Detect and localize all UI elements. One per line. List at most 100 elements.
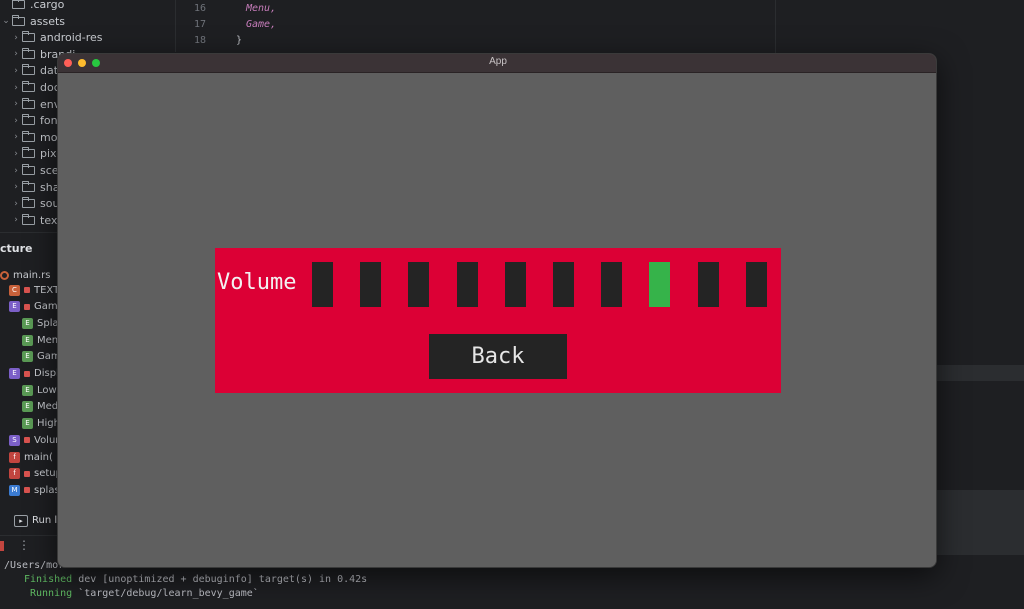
chevron-icon[interactable]: ›	[10, 99, 22, 109]
structure-kind-icon: E	[22, 384, 33, 396]
volume-step-button[interactable]	[504, 262, 526, 307]
app-titlebar[interactable]: App	[58, 54, 936, 73]
back-button[interactable]: Back	[429, 334, 567, 379]
volume-label: Volume	[217, 270, 297, 295]
more-options-icon[interactable]: ⋮	[18, 538, 30, 552]
tree-item-label: assets	[30, 14, 66, 28]
structure-kind-icon: E	[22, 401, 33, 413]
app-title: App	[489, 56, 507, 67]
volume-step-button[interactable]	[649, 262, 671, 307]
lock-icon	[24, 287, 30, 293]
editor-highlight-strip	[937, 365, 1024, 381]
code-line[interactable]: 17 Game,	[176, 19, 276, 35]
volume-step-button[interactable]	[456, 262, 478, 307]
volume-step-button[interactable]	[312, 262, 333, 307]
structure-kind-icon: E	[22, 317, 33, 329]
chevron-icon[interactable]: ⌄	[0, 16, 12, 26]
rust-file-icon	[0, 270, 9, 280]
lock-icon	[24, 370, 30, 377]
chevron-icon[interactable]: ›	[10, 149, 22, 159]
lock-icon	[24, 487, 30, 494]
folder-icon	[22, 213, 35, 225]
structure-item[interactable]: E Game	[9, 299, 64, 315]
lock-icon	[24, 303, 30, 310]
code-editor[interactable]: 16 Menu, 17 Game, 18}	[175, 0, 775, 52]
run-icon: ▸	[14, 514, 28, 527]
chevron-icon[interactable]: ›	[10, 215, 22, 225]
editor-side-strip	[937, 490, 1024, 560]
code-text: }	[236, 35, 243, 46]
volume-step-button[interactable]	[697, 262, 719, 307]
structure-kind-icon: E	[22, 418, 33, 430]
volume-step-button[interactable]	[360, 262, 382, 307]
line-number: 16	[193, 3, 206, 14]
console-running-status: Running	[30, 588, 73, 599]
chevron-icon[interactable]: ›	[10, 166, 22, 176]
folder-icon	[22, 64, 35, 76]
structure-item[interactable]: E Medi	[22, 399, 61, 415]
chevron-icon[interactable]: ›	[10, 83, 22, 93]
structure-kind-icon: S	[9, 434, 20, 446]
chevron-icon[interactable]: ›	[10, 116, 22, 126]
folder-icon	[22, 180, 35, 192]
app-content: Volume Back	[58, 73, 936, 567]
folder-icon	[22, 97, 35, 109]
console-finished-text: dev [unoptimized + debuginfo] target(s) …	[72, 574, 368, 585]
chevron-icon[interactable]: ›	[10, 66, 22, 76]
folder-icon	[22, 130, 35, 142]
folder-icon	[22, 197, 35, 209]
chevron-icon[interactable]: ›	[10, 33, 22, 43]
structure-title: cture	[0, 242, 33, 255]
console-running-line: Running `target/debug/learn_bevy_game`	[30, 588, 259, 602]
stop-icon[interactable]	[0, 541, 4, 551]
chevron-icon[interactable]: ›	[10, 132, 22, 142]
tree-item[interactable]: .cargo	[0, 0, 175, 13]
volume-step-button[interactable]	[745, 262, 767, 307]
volume-step-button[interactable]	[408, 262, 430, 307]
structure-kind-icon: E	[9, 301, 20, 313]
console-finished-line: Finished dev [unoptimized + debuginfo] t…	[24, 574, 367, 588]
code-line[interactable]: 16 Menu,	[176, 3, 276, 19]
structure-item[interactable]: E Low	[22, 382, 57, 398]
structure-kind-icon: E	[9, 368, 20, 379]
chevron-icon[interactable]: ›	[10, 49, 22, 59]
volume-settings-panel: Volume Back	[215, 248, 781, 393]
code-text: Game,	[246, 19, 277, 30]
line-number: 17	[193, 19, 206, 30]
structure-item[interactable]: E High	[22, 416, 60, 432]
structure-item-label: Low	[37, 384, 57, 396]
lock-icon	[24, 470, 30, 477]
lock-icon	[24, 437, 30, 444]
console-finished-status: Finished	[24, 574, 73, 585]
structure-item-label: main(	[24, 451, 53, 463]
line-number: 18	[193, 35, 206, 46]
console-path-line: /Users/mor	[4, 560, 65, 571]
folder-icon	[22, 164, 35, 175]
structure-kind-icon: f	[9, 468, 20, 480]
app-window: App Volume Back	[57, 53, 937, 568]
code-line[interactable]: 18}	[176, 35, 242, 51]
code-text: Menu,	[246, 3, 277, 14]
tree-item-label: .cargo	[30, 0, 65, 11]
folder-icon	[12, 0, 25, 9]
folder-icon	[22, 81, 35, 92]
volume-step-button[interactable]	[553, 262, 574, 307]
folder-icon	[22, 114, 35, 126]
chevron-icon[interactable]: ›	[10, 182, 22, 192]
volume-step-button[interactable]	[601, 262, 623, 307]
structure-kind-icon: E	[22, 334, 33, 346]
structure-item[interactable]: C TEXT_	[9, 282, 64, 298]
structure-item[interactable]: f setup	[9, 466, 62, 482]
ide-window: .cargo⌄assets›android-res›brandi›data›do…	[0, 0, 1024, 609]
tree-item[interactable]: ⌄ assets	[0, 13, 175, 30]
structure-item[interactable]: f main(	[9, 449, 53, 465]
structure-kind-icon: f	[9, 451, 20, 463]
structure-file[interactable]: main.rs	[0, 267, 51, 283]
tree-item-label: android-res	[40, 31, 103, 45]
folder-icon	[12, 14, 25, 26]
chevron-icon[interactable]: ›	[10, 199, 22, 209]
structure-kind-icon: E	[22, 351, 33, 363]
tree-item[interactable]: › android-res	[0, 29, 175, 46]
structure-kind-icon: C	[9, 284, 20, 296]
folder-icon	[22, 31, 35, 43]
